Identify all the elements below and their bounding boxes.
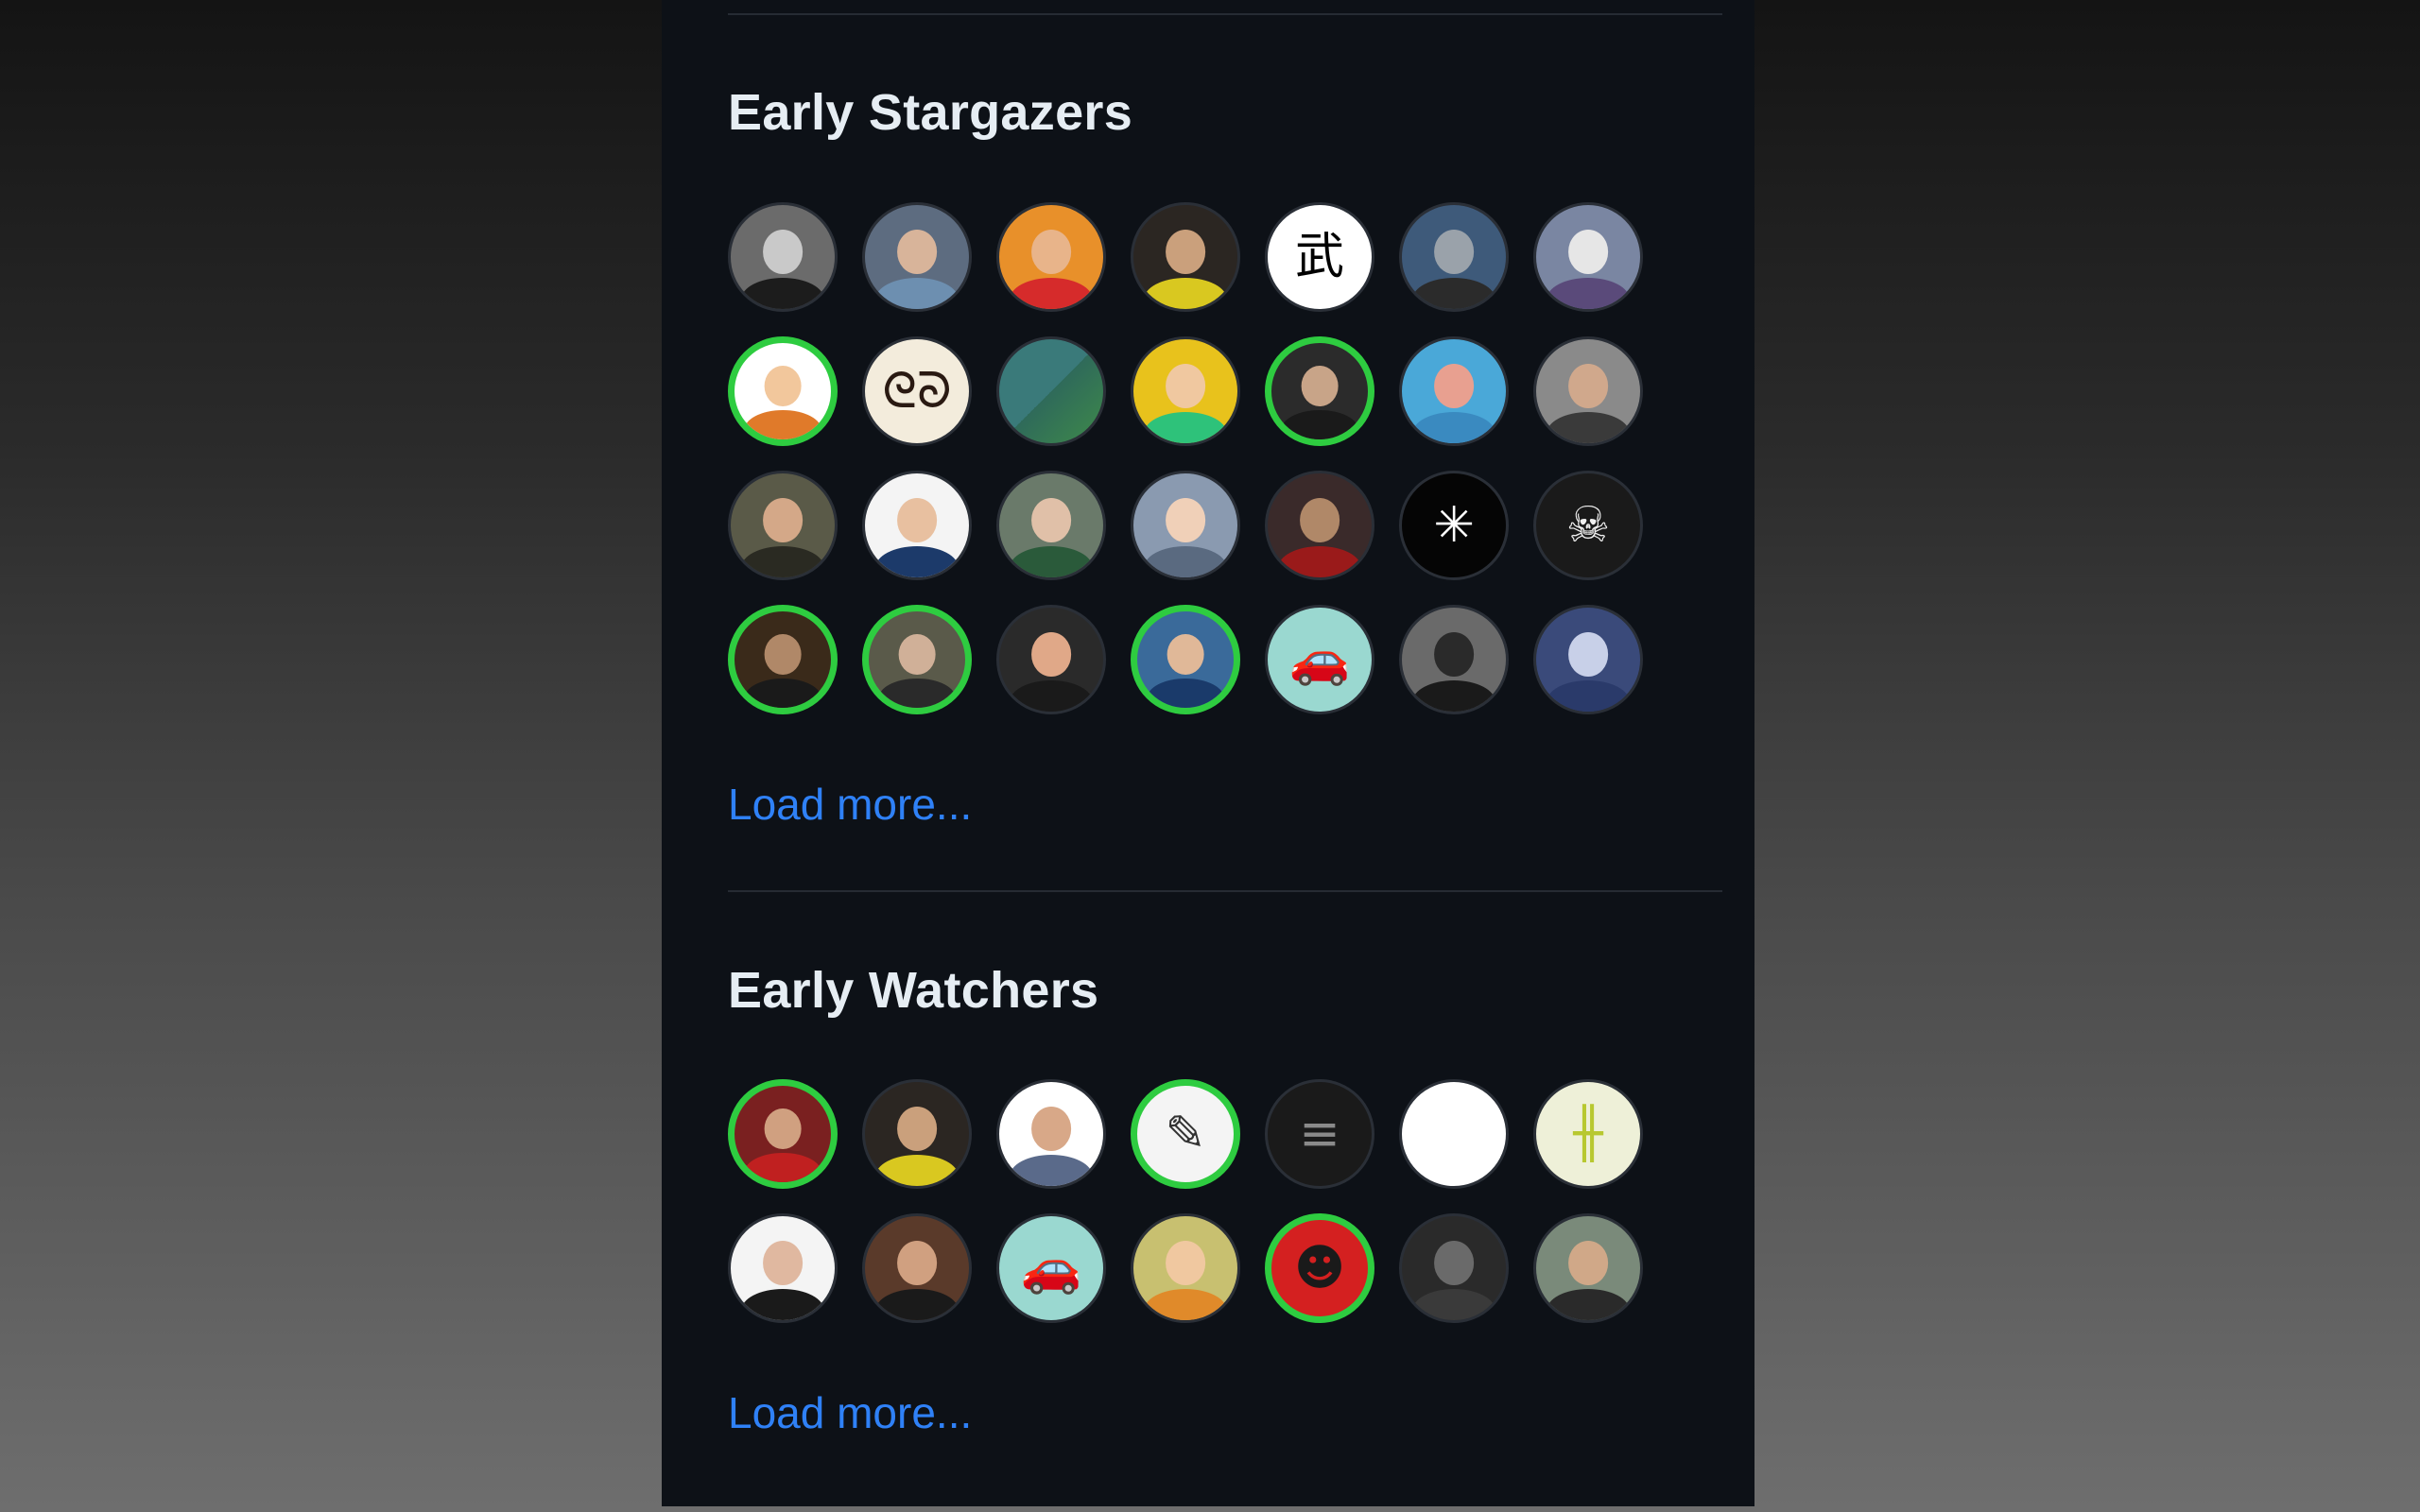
avatar[interactable] bbox=[1399, 202, 1509, 312]
avatar[interactable] bbox=[1399, 336, 1509, 446]
avatar[interactable] bbox=[1265, 336, 1374, 446]
section-divider bbox=[728, 890, 1722, 892]
user-avatar-icon bbox=[1402, 339, 1506, 443]
stargazers-avatar-grid: 武 ᘓᘐ ✳ ☠ 🚗 bbox=[728, 202, 1643, 714]
red-creature-avatar-icon: ☻ bbox=[1293, 1240, 1346, 1297]
avatar[interactable] bbox=[996, 471, 1106, 580]
avatar[interactable] bbox=[728, 1079, 838, 1189]
user-avatar-icon bbox=[735, 611, 831, 708]
stargazers-load-more-link[interactable]: Load more... bbox=[728, 782, 972, 826]
identicon-avatar-icon bbox=[999, 339, 1103, 443]
user-avatar-icon bbox=[1402, 205, 1506, 309]
avatar[interactable]: ✎ bbox=[1131, 1079, 1240, 1189]
avatar[interactable] bbox=[728, 202, 838, 312]
cartoon-avatar-icon bbox=[735, 343, 831, 439]
red-car-avatar-icon: 🚗 bbox=[1288, 631, 1351, 688]
avatar[interactable] bbox=[862, 202, 972, 312]
top-divider bbox=[728, 13, 1722, 15]
avatar[interactable] bbox=[996, 1079, 1106, 1189]
avatar[interactable] bbox=[1131, 1213, 1240, 1323]
avatar[interactable] bbox=[1399, 605, 1509, 714]
user-avatar-icon bbox=[1133, 473, 1237, 577]
user-avatar-icon bbox=[1536, 1216, 1640, 1320]
watchers-load-more-link[interactable]: Load more... bbox=[728, 1391, 972, 1435]
avatar[interactable] bbox=[862, 1079, 972, 1189]
avatar[interactable] bbox=[728, 605, 838, 714]
user-avatar-icon bbox=[1137, 611, 1234, 708]
red-car-avatar-icon: 🚗 bbox=[1020, 1240, 1082, 1297]
avatar[interactable] bbox=[862, 1213, 972, 1323]
user-avatar-icon bbox=[731, 205, 835, 309]
user-avatar-icon bbox=[1402, 1216, 1506, 1320]
avatar[interactable] bbox=[862, 471, 972, 580]
avatar[interactable]: ᘓᘐ bbox=[862, 336, 972, 446]
watchers-avatar-grid: ✎ ≡ ╫ 🚗 ☻ bbox=[728, 1079, 1643, 1323]
user-avatar-icon bbox=[999, 608, 1103, 712]
avatar[interactable] bbox=[996, 605, 1106, 714]
user-avatar-icon bbox=[999, 1082, 1103, 1186]
user-avatar-icon bbox=[1271, 343, 1368, 439]
avatar[interactable]: 武 bbox=[1265, 202, 1374, 312]
avatar[interactable] bbox=[1399, 1079, 1509, 1189]
avatar[interactable] bbox=[1533, 605, 1643, 714]
avatar[interactable]: ☻ bbox=[1265, 1213, 1374, 1323]
user-avatar-icon bbox=[865, 1082, 969, 1186]
avatar[interactable] bbox=[1399, 1213, 1509, 1323]
early-watchers-title: Early Watchers bbox=[728, 962, 1099, 1019]
user-avatar-icon bbox=[869, 611, 965, 708]
avatar[interactable]: ✳ bbox=[1399, 471, 1509, 580]
user-avatar-icon bbox=[865, 205, 969, 309]
blank-avatar-icon bbox=[1402, 1082, 1506, 1186]
avatar[interactable]: ☠ bbox=[1533, 471, 1643, 580]
avatar[interactable] bbox=[1131, 605, 1240, 714]
user-avatar-icon bbox=[1402, 608, 1506, 712]
avatar[interactable] bbox=[728, 336, 838, 446]
sketch-avatar-icon: ✎ bbox=[1165, 1106, 1206, 1162]
starburst-avatar-icon: ✳ bbox=[1433, 497, 1475, 554]
kanji-avatar-icon: 武 bbox=[1294, 229, 1344, 285]
avatar[interactable] bbox=[1265, 471, 1374, 580]
scribble-avatar-icon: ᘓᘐ bbox=[882, 363, 952, 420]
avatar[interactable]: ╫ bbox=[1533, 1079, 1643, 1189]
user-avatar-icon bbox=[1133, 205, 1237, 309]
early-stargazers-title: Early Stargazers bbox=[728, 84, 1133, 141]
avatar[interactable] bbox=[1131, 202, 1240, 312]
user-avatar-icon bbox=[1133, 339, 1237, 443]
user-avatar-icon bbox=[735, 1086, 831, 1182]
code-avatar-icon: ≡ bbox=[1299, 1106, 1340, 1162]
avatar[interactable] bbox=[862, 605, 972, 714]
avatar[interactable] bbox=[1533, 202, 1643, 312]
avatar[interactable]: 🚗 bbox=[996, 1213, 1106, 1323]
user-avatar-icon bbox=[731, 473, 835, 577]
avatar[interactable] bbox=[728, 1213, 838, 1323]
avatar[interactable] bbox=[1533, 1213, 1643, 1323]
avatar[interactable] bbox=[728, 471, 838, 580]
user-avatar-icon bbox=[999, 473, 1103, 577]
user-avatar-icon bbox=[1536, 608, 1640, 712]
user-avatar-icon bbox=[999, 205, 1103, 309]
avatar[interactable] bbox=[1533, 336, 1643, 446]
user-avatar-icon bbox=[1133, 1216, 1237, 1320]
identicon-avatar-icon: ╫ bbox=[1573, 1106, 1603, 1162]
avatar[interactable] bbox=[1131, 471, 1240, 580]
avatar[interactable]: ≡ bbox=[1265, 1079, 1374, 1189]
avatar[interactable] bbox=[996, 202, 1106, 312]
user-avatar-icon bbox=[1268, 473, 1372, 577]
user-avatar-icon bbox=[1536, 339, 1640, 443]
user-avatar-icon bbox=[865, 1216, 969, 1320]
avatar[interactable] bbox=[996, 336, 1106, 446]
contributors-panel: Early Stargazers 武 ᘓᘐ ✳ ☠ 🚗 Load more... Ear… bbox=[662, 0, 1754, 1506]
user-avatar-icon bbox=[865, 473, 969, 577]
avatar[interactable]: 🚗 bbox=[1265, 605, 1374, 714]
avatar[interactable] bbox=[1131, 336, 1240, 446]
user-avatar-icon bbox=[731, 1216, 835, 1320]
user-avatar-icon bbox=[1536, 205, 1640, 309]
skull-avatar-icon: ☠ bbox=[1565, 497, 1611, 554]
